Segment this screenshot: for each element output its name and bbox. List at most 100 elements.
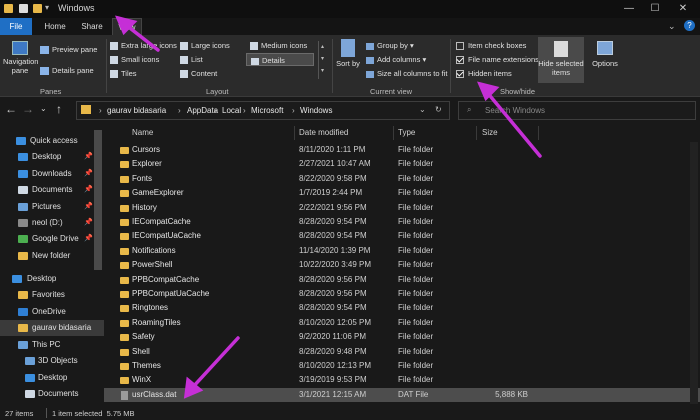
tab-file[interactable]: File xyxy=(0,18,32,35)
nav-item-desktop-root[interactable]: Desktop xyxy=(0,271,104,287)
content-icon xyxy=(180,70,188,79)
group-by-icon xyxy=(366,42,374,50)
quick-access-dropdown-icon[interactable]: ▾ xyxy=(45,3,49,12)
column-header-name[interactable]: Name xyxy=(132,128,153,137)
hidden-items-toggle[interactable]: Hidden items xyxy=(456,69,512,79)
search-input[interactable]: Search Windows xyxy=(485,106,545,115)
file-row[interactable]: usrClass.dat 3/1/2021 12:15 AM DAT File 5,8… xyxy=(104,387,700,403)
file-row[interactable]: History 2/22/2021 9:56 PM File folder xyxy=(104,201,700,215)
layout-list[interactable]: List xyxy=(180,55,203,65)
chevron-down-icon[interactable]: ⌄ xyxy=(668,21,676,32)
chevron-down-icon[interactable]: ⌄ xyxy=(419,105,426,114)
file-type: File folder xyxy=(398,188,434,198)
nav-item-downloads[interactable]: Downloads 📌 xyxy=(0,166,104,182)
nav-scrollbar[interactable] xyxy=(94,130,102,270)
forward-arrow-icon[interactable]: → xyxy=(22,102,34,116)
tab-view[interactable]: View xyxy=(112,18,142,35)
layout-content[interactable]: Content xyxy=(180,69,217,79)
file-row[interactable]: WinX 3/19/2019 9:53 PM File folder xyxy=(104,373,700,387)
address-bar[interactable]: › gaurav bidasaria › AppData › Local › M… xyxy=(76,101,450,120)
nav-item-3d-objects[interactable]: 3D Objects xyxy=(0,353,104,369)
column-header-date[interactable]: Date modified xyxy=(299,128,348,137)
file-row[interactable]: Cursors 8/11/2020 1:11 PM File folder xyxy=(104,143,700,157)
close-button[interactable]: ✕ xyxy=(670,1,696,16)
file-row[interactable]: Notifications 11/14/2020 1:39 PM File fold… xyxy=(104,244,700,258)
layout-details[interactable]: Details xyxy=(246,53,314,66)
nav-item-onedrive[interactable]: OneDrive xyxy=(0,304,104,320)
nav-item-drive-d[interactable]: neol (D:) 📌 xyxy=(0,215,104,231)
file-row[interactable]: Ringtones 8/28/2020 9:54 PM File folder xyxy=(104,301,700,315)
options-button[interactable]: Options xyxy=(590,41,620,68)
column-header-type[interactable]: Type xyxy=(398,128,415,137)
layout-large-icons[interactable]: Large icons xyxy=(180,41,230,51)
new-folder-icon[interactable] xyxy=(33,4,42,13)
nav-item-documents-pc[interactable]: Documents xyxy=(0,386,104,402)
column-header-size[interactable]: Size xyxy=(482,128,498,137)
tab-home[interactable]: Home xyxy=(36,18,74,35)
refresh-icon[interactable]: ↻ xyxy=(435,105,442,114)
file-row[interactable]: RoamingTiles 8/10/2020 12:05 PM File folde… xyxy=(104,316,700,330)
help-icon[interactable]: ? xyxy=(684,20,695,31)
file-row[interactable]: Themes 8/10/2020 12:13 PM File folder xyxy=(104,359,700,373)
back-arrow-icon[interactable]: ← xyxy=(5,102,17,116)
maximize-button[interactable]: ☐ xyxy=(642,1,668,16)
nav-item-this-pc[interactable]: This PC xyxy=(0,337,104,353)
nav-item-desktop[interactable]: Desktop 📌 xyxy=(0,149,104,165)
recent-locations-icon[interactable]: ⌄ xyxy=(40,104,47,113)
search-box[interactable]: ⌕ Search Windows xyxy=(458,101,696,120)
file-row[interactable]: IECompatUaCache 8/28/2020 9:54 PM File fol… xyxy=(104,229,700,243)
layout-scroll-arrows[interactable]: ▴ ▾ ▾ xyxy=(318,41,326,79)
breadcrumb-item[interactable]: Local xyxy=(222,106,241,115)
size-all-columns-button[interactable]: Size all columns to fit xyxy=(366,69,447,78)
tiles-icon xyxy=(110,70,118,79)
tab-share[interactable]: Share xyxy=(76,18,108,35)
group-by-button[interactable]: Group by ▾ xyxy=(366,41,414,50)
nav-item-pictures[interactable]: Pictures 📌 xyxy=(0,199,104,215)
folder-icon xyxy=(120,219,129,226)
file-date: 8/28/2020 9:56 PM xyxy=(299,289,367,298)
breadcrumb-item[interactable]: gaurav bidasaria xyxy=(107,106,166,115)
nav-item-new-folder[interactable]: New folder xyxy=(0,248,104,264)
file-row[interactable]: Safety 9/2/2020 11:06 PM File folder xyxy=(104,330,700,344)
sort-by-button[interactable]: Sort by xyxy=(336,39,360,68)
layout-small-icons[interactable]: Small icons xyxy=(110,55,159,65)
nav-item-user-folder[interactable]: gaurav bidasaria xyxy=(0,320,104,336)
breadcrumb-item[interactable]: Microsoft xyxy=(251,106,283,115)
column-divider[interactable] xyxy=(294,126,295,140)
file-row[interactable]: GameExplorer 1/7/2019 2:44 PM File folder xyxy=(104,186,700,200)
details-pane-button[interactable]: Details pane xyxy=(40,66,94,76)
preview-pane-button[interactable]: Preview pane xyxy=(40,45,97,55)
file-row[interactable]: PowerShell 10/22/2020 3:49 PM File folder xyxy=(104,258,700,272)
file-row[interactable]: Shell 8/28/2020 9:48 PM File folder xyxy=(104,345,700,359)
column-divider[interactable] xyxy=(476,126,477,140)
layout-tiles[interactable]: Tiles xyxy=(110,69,137,79)
file-row[interactable]: IECompatCache 8/28/2020 9:54 PM File folde… xyxy=(104,215,700,229)
add-columns-button[interactable]: Add columns ▾ xyxy=(366,55,426,64)
nav-item-quick-access[interactable]: Quick access xyxy=(0,133,104,149)
layout-extra-large-icons[interactable]: Extra large icons xyxy=(110,41,177,51)
file-row[interactable]: PPBCompatUaCache 8/28/2020 9:56 PM File fo… xyxy=(104,287,700,301)
layout-medium-icons[interactable]: Medium icons xyxy=(250,41,307,51)
column-divider[interactable] xyxy=(393,126,394,140)
file-list-scrollbar[interactable] xyxy=(690,142,698,404)
file-name-extensions-toggle[interactable]: File name extensions xyxy=(456,55,539,65)
file-row[interactable]: Fonts 8/22/2020 9:58 PM File folder xyxy=(104,172,700,186)
navigation-pane-label: Navigation pane xyxy=(3,57,39,75)
minimize-button[interactable]: — xyxy=(616,1,642,16)
file-row[interactable]: Explorer 2/27/2021 10:47 AM File folder xyxy=(104,157,700,171)
nav-item-desktop-pc[interactable]: Desktop xyxy=(0,370,104,386)
file-row[interactable]: PPBCompatCache 8/28/2020 9:56 PM File fold… xyxy=(104,273,700,287)
up-arrow-icon[interactable]: ↑ xyxy=(56,102,62,116)
nav-item-documents[interactable]: Documents 📌 xyxy=(0,182,104,198)
properties-icon[interactable] xyxy=(19,4,28,13)
nav-item-label: This PC xyxy=(32,340,61,349)
column-divider[interactable] xyxy=(538,126,539,140)
file-name: PowerShell xyxy=(132,260,173,270)
navigation-pane: Quick access Desktop 📌 Downloads 📌 Documen… xyxy=(0,124,104,407)
navigation-pane-button[interactable]: Navigation pane xyxy=(3,41,39,75)
hide-selected-items-button[interactable]: Hide selected items xyxy=(538,37,584,83)
item-check-boxes-toggle[interactable]: Item check boxes xyxy=(456,41,526,51)
nav-item-favorites[interactable]: Favorites xyxy=(0,287,104,303)
nav-item-google-drive[interactable]: Google Drive 📌 xyxy=(0,231,104,247)
breadcrumb-item[interactable]: Windows xyxy=(300,106,332,115)
